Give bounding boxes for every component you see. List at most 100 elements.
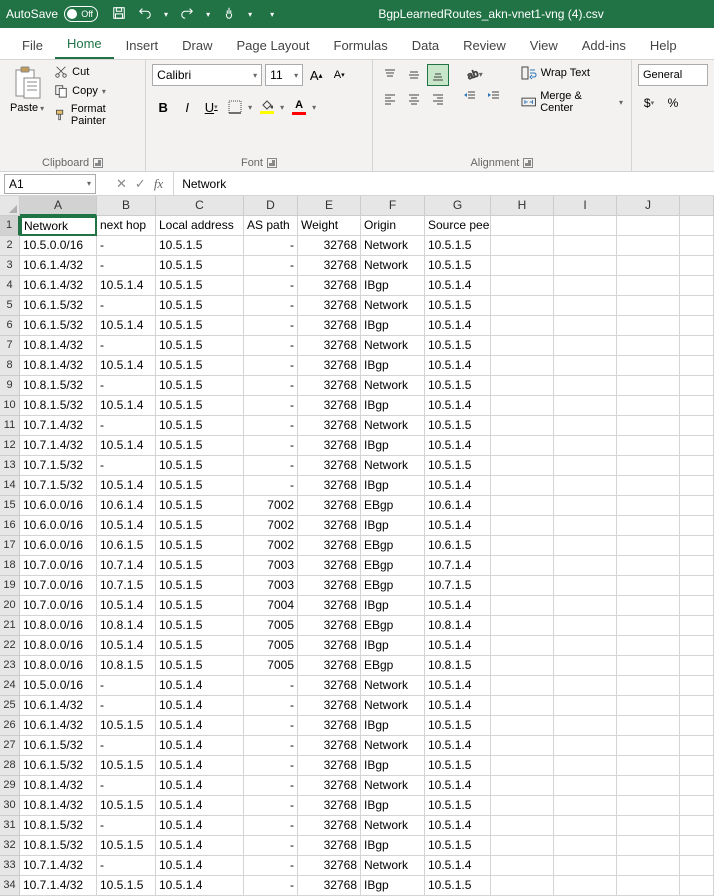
row-header[interactable]: 4	[0, 276, 20, 296]
cell[interactable]	[680, 596, 714, 616]
row-header[interactable]: 13	[0, 456, 20, 476]
cell[interactable]: IBgp	[361, 636, 425, 656]
cell[interactable]	[680, 816, 714, 836]
align-middle-button[interactable]	[403, 64, 425, 86]
cell[interactable]	[554, 556, 617, 576]
cell[interactable]: 10.5.1.5	[156, 436, 244, 456]
cell[interactable]: 32768	[298, 256, 361, 276]
cell[interactable]: -	[244, 256, 298, 276]
copy-button[interactable]: Copy▾	[52, 83, 139, 99]
clipboard-dialog-launcher[interactable]	[93, 158, 103, 168]
tab-data[interactable]: Data	[400, 32, 451, 59]
row-header[interactable]: 6	[0, 316, 20, 336]
cell[interactable]: 10.6.1.4/32	[20, 716, 97, 736]
cell[interactable]: 10.7.0.0/16	[20, 576, 97, 596]
cell[interactable]: 10.5.1.5	[97, 796, 156, 816]
cell[interactable]: Origin	[361, 216, 425, 236]
currency-button[interactable]: $▾	[638, 92, 660, 114]
cell[interactable]: Network	[361, 456, 425, 476]
cell[interactable]	[491, 336, 554, 356]
cell[interactable]: 10.6.1.5	[97, 536, 156, 556]
cell[interactable]: -	[244, 736, 298, 756]
row-header[interactable]: 18	[0, 556, 20, 576]
cell[interactable]: 10.7.1.5	[425, 576, 491, 596]
cell[interactable]	[680, 836, 714, 856]
cell[interactable]: 32768	[298, 856, 361, 876]
cell[interactable]: 10.5.1.4	[425, 676, 491, 696]
cell[interactable]: 32768	[298, 636, 361, 656]
cell[interactable]	[680, 436, 714, 456]
cell[interactable]: 10.5.1.5	[156, 236, 244, 256]
cell[interactable]: IBgp	[361, 276, 425, 296]
cell[interactable]: -	[244, 416, 298, 436]
cell[interactable]: 10.5.1.5	[156, 456, 244, 476]
cell[interactable]	[554, 776, 617, 796]
cell[interactable]: 10.5.1.4	[425, 696, 491, 716]
row-header[interactable]: 11	[0, 416, 20, 436]
cell[interactable]: 32768	[298, 716, 361, 736]
cell[interactable]: -	[244, 696, 298, 716]
cell[interactable]	[617, 656, 680, 676]
cell[interactable]	[680, 536, 714, 556]
cell[interactable]: 10.5.1.4	[156, 876, 244, 896]
cell[interactable]	[491, 676, 554, 696]
cell[interactable]	[617, 596, 680, 616]
cell[interactable]: 10.7.0.0/16	[20, 596, 97, 616]
cell[interactable]: IBgp	[361, 316, 425, 336]
row-header[interactable]: 33	[0, 856, 20, 876]
cell[interactable]	[491, 356, 554, 376]
cell[interactable]: 10.5.1.4	[425, 516, 491, 536]
cell[interactable]	[554, 356, 617, 376]
cell[interactable]	[554, 476, 617, 496]
cell[interactable]	[680, 396, 714, 416]
column-header-E[interactable]: E	[298, 196, 361, 216]
cell[interactable]: 10.6.0.0/16	[20, 496, 97, 516]
borders-button[interactable]: ▾	[224, 100, 254, 114]
cell[interactable]	[680, 356, 714, 376]
cell[interactable]: 10.5.1.5	[425, 796, 491, 816]
row-header[interactable]: 19	[0, 576, 20, 596]
cell[interactable]	[554, 756, 617, 776]
cell[interactable]	[680, 796, 714, 816]
cell[interactable]: Network	[20, 216, 97, 236]
cell[interactable]: Network	[361, 696, 425, 716]
row-header[interactable]: 17	[0, 536, 20, 556]
cell[interactable]	[680, 776, 714, 796]
cell[interactable]: 10.5.1.5	[156, 356, 244, 376]
cell[interactable]: 10.6.1.5/32	[20, 756, 97, 776]
cell[interactable]	[554, 816, 617, 836]
cell[interactable]: 32768	[298, 576, 361, 596]
cell[interactable]	[491, 656, 554, 676]
cell[interactable]: Network	[361, 776, 425, 796]
row-header[interactable]: 30	[0, 796, 20, 816]
tab-addins[interactable]: Add-ins	[570, 32, 638, 59]
cell[interactable]	[491, 756, 554, 776]
cell[interactable]: 10.5.1.4	[425, 436, 491, 456]
cell[interactable]	[617, 636, 680, 656]
cell[interactable]: 32768	[298, 536, 361, 556]
row-header[interactable]: 8	[0, 356, 20, 376]
cell[interactable]	[680, 636, 714, 656]
cell[interactable]: 10.7.1.5/32	[20, 476, 97, 496]
cell[interactable]	[680, 316, 714, 336]
cell[interactable]: 32768	[298, 736, 361, 756]
cell[interactable]: 32768	[298, 416, 361, 436]
cell[interactable]: 32768	[298, 796, 361, 816]
cell[interactable]: Weight	[298, 216, 361, 236]
cell[interactable]: -	[244, 296, 298, 316]
cell[interactable]: 10.5.1.4	[156, 856, 244, 876]
cell[interactable]: 10.5.1.4	[97, 476, 156, 496]
cell[interactable]	[617, 776, 680, 796]
cell[interactable]: 10.6.1.4/32	[20, 696, 97, 716]
cell[interactable]: 10.5.1.5	[425, 416, 491, 436]
cell[interactable]	[554, 416, 617, 436]
undo-icon[interactable]	[138, 6, 152, 23]
cell[interactable]	[554, 716, 617, 736]
cell[interactable]: 32768	[298, 556, 361, 576]
cell[interactable]	[617, 336, 680, 356]
cell[interactable]: 10.5.1.5	[425, 836, 491, 856]
cell[interactable]	[554, 456, 617, 476]
cell[interactable]	[617, 856, 680, 876]
cell[interactable]: Network	[361, 416, 425, 436]
cell[interactable]: 10.5.1.4	[425, 636, 491, 656]
